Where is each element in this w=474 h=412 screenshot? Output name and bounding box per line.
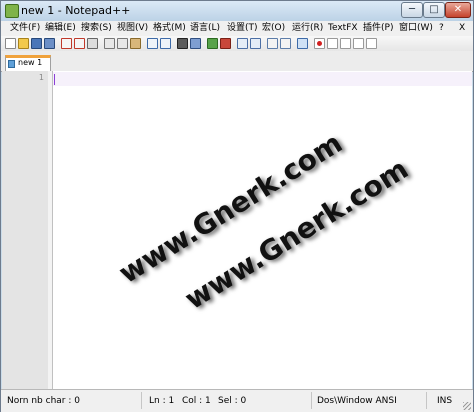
tab-label: new 1 <box>18 58 43 67</box>
status-separator <box>426 392 427 409</box>
column-indicator: Col : 1 <box>182 396 211 406</box>
menu-help[interactable]: ? <box>439 22 444 34</box>
zoom-out-icon[interactable] <box>220 38 231 49</box>
status-bar: Norn nb char : 0 Ln : 1 Col : 1 Sel : 0 … <box>1 389 473 412</box>
encoding-indicator: Dos\Window ANSI <box>317 396 397 406</box>
close-button[interactable]: ✕ <box>445 2 471 18</box>
menu-view[interactable]: 视图(V) <box>117 22 148 34</box>
maximize-button[interactable]: □ <box>423 2 445 18</box>
selection-indicator: Sel : 0 <box>218 396 247 406</box>
menu-settings[interactable]: 设置(T) <box>227 22 258 34</box>
record-macro-icon[interactable] <box>314 38 325 49</box>
play-macro-icon[interactable] <box>340 38 351 49</box>
paste-icon[interactable] <box>130 38 141 49</box>
toolbar <box>1 36 473 52</box>
save-icon[interactable] <box>31 38 42 49</box>
word-wrap-icon[interactable] <box>267 38 278 49</box>
notepad-window: new 1 - Notepad++ ─ □ ✕ 文件(F) 编辑(E) 搜索(S… <box>0 0 474 412</box>
save-all-icon[interactable] <box>44 38 55 49</box>
print-icon[interactable] <box>87 38 98 49</box>
menu-bar: 文件(F) 编辑(E) 搜索(S) 视图(V) 格式(M) 语言(L) 设置(T… <box>1 21 473 37</box>
current-line-highlight <box>53 72 472 86</box>
menu-macro[interactable]: 宏(O) <box>262 22 285 34</box>
menu-run[interactable]: 运行(R) <box>292 22 323 34</box>
status-separator <box>311 392 312 409</box>
fold-margin[interactable] <box>48 71 52 389</box>
resize-grip[interactable] <box>463 402 471 410</box>
run-macro-multiple-icon[interactable] <box>353 38 364 49</box>
insert-mode-indicator: INS <box>437 396 453 406</box>
undo-icon[interactable] <box>147 38 158 49</box>
save-macro-icon[interactable] <box>366 38 377 49</box>
minimize-button[interactable]: ─ <box>401 2 423 18</box>
title-bar[interactable]: new 1 - Notepad++ ─ □ ✕ <box>1 1 473 22</box>
indent-guide-icon[interactable] <box>297 38 308 49</box>
new-file-icon[interactable] <box>5 38 16 49</box>
menu-window[interactable]: 窗口(W) <box>399 22 433 34</box>
menu-search[interactable]: 搜索(S) <box>81 22 112 34</box>
line-number: 1 <box>38 73 44 82</box>
document-icon <box>8 60 15 68</box>
line-number-gutter: 1 <box>2 71 53 389</box>
text-caret <box>54 74 55 85</box>
all-chars-icon[interactable] <box>280 38 291 49</box>
tab-new-1[interactable]: new 1 <box>5 55 51 71</box>
menu-format[interactable]: 格式(M) <box>153 22 186 34</box>
line-indicator: Ln : 1 <box>149 396 175 406</box>
char-count: Norn nb char : 0 <box>7 396 80 406</box>
notepad-plus-plus-icon <box>5 4 19 18</box>
sync-horizontal-icon[interactable] <box>250 38 261 49</box>
menu-edit[interactable]: 编辑(E) <box>45 22 76 34</box>
close-all-icon[interactable] <box>74 38 85 49</box>
window-title: new 1 - Notepad++ <box>21 4 131 17</box>
menu-language[interactable]: 语言(L) <box>190 22 220 34</box>
tab-strip: new 1 <box>1 51 473 72</box>
replace-icon[interactable] <box>190 38 201 49</box>
menu-textfx[interactable]: TextFX <box>328 22 358 34</box>
menu-close-doc[interactable]: X <box>459 22 465 34</box>
menu-plugins[interactable]: 插件(P) <box>363 22 393 34</box>
zoom-in-icon[interactable] <box>207 38 218 49</box>
open-file-icon[interactable] <box>18 38 29 49</box>
find-icon[interactable] <box>177 38 188 49</box>
status-separator <box>141 392 142 409</box>
close-icon[interactable] <box>61 38 72 49</box>
menu-file[interactable]: 文件(F) <box>10 22 40 34</box>
sync-vertical-icon[interactable] <box>237 38 248 49</box>
stop-macro-icon[interactable] <box>327 38 338 49</box>
redo-icon[interactable] <box>160 38 171 49</box>
cut-icon[interactable] <box>104 38 115 49</box>
text-editor[interactable] <box>53 71 472 389</box>
copy-icon[interactable] <box>117 38 128 49</box>
